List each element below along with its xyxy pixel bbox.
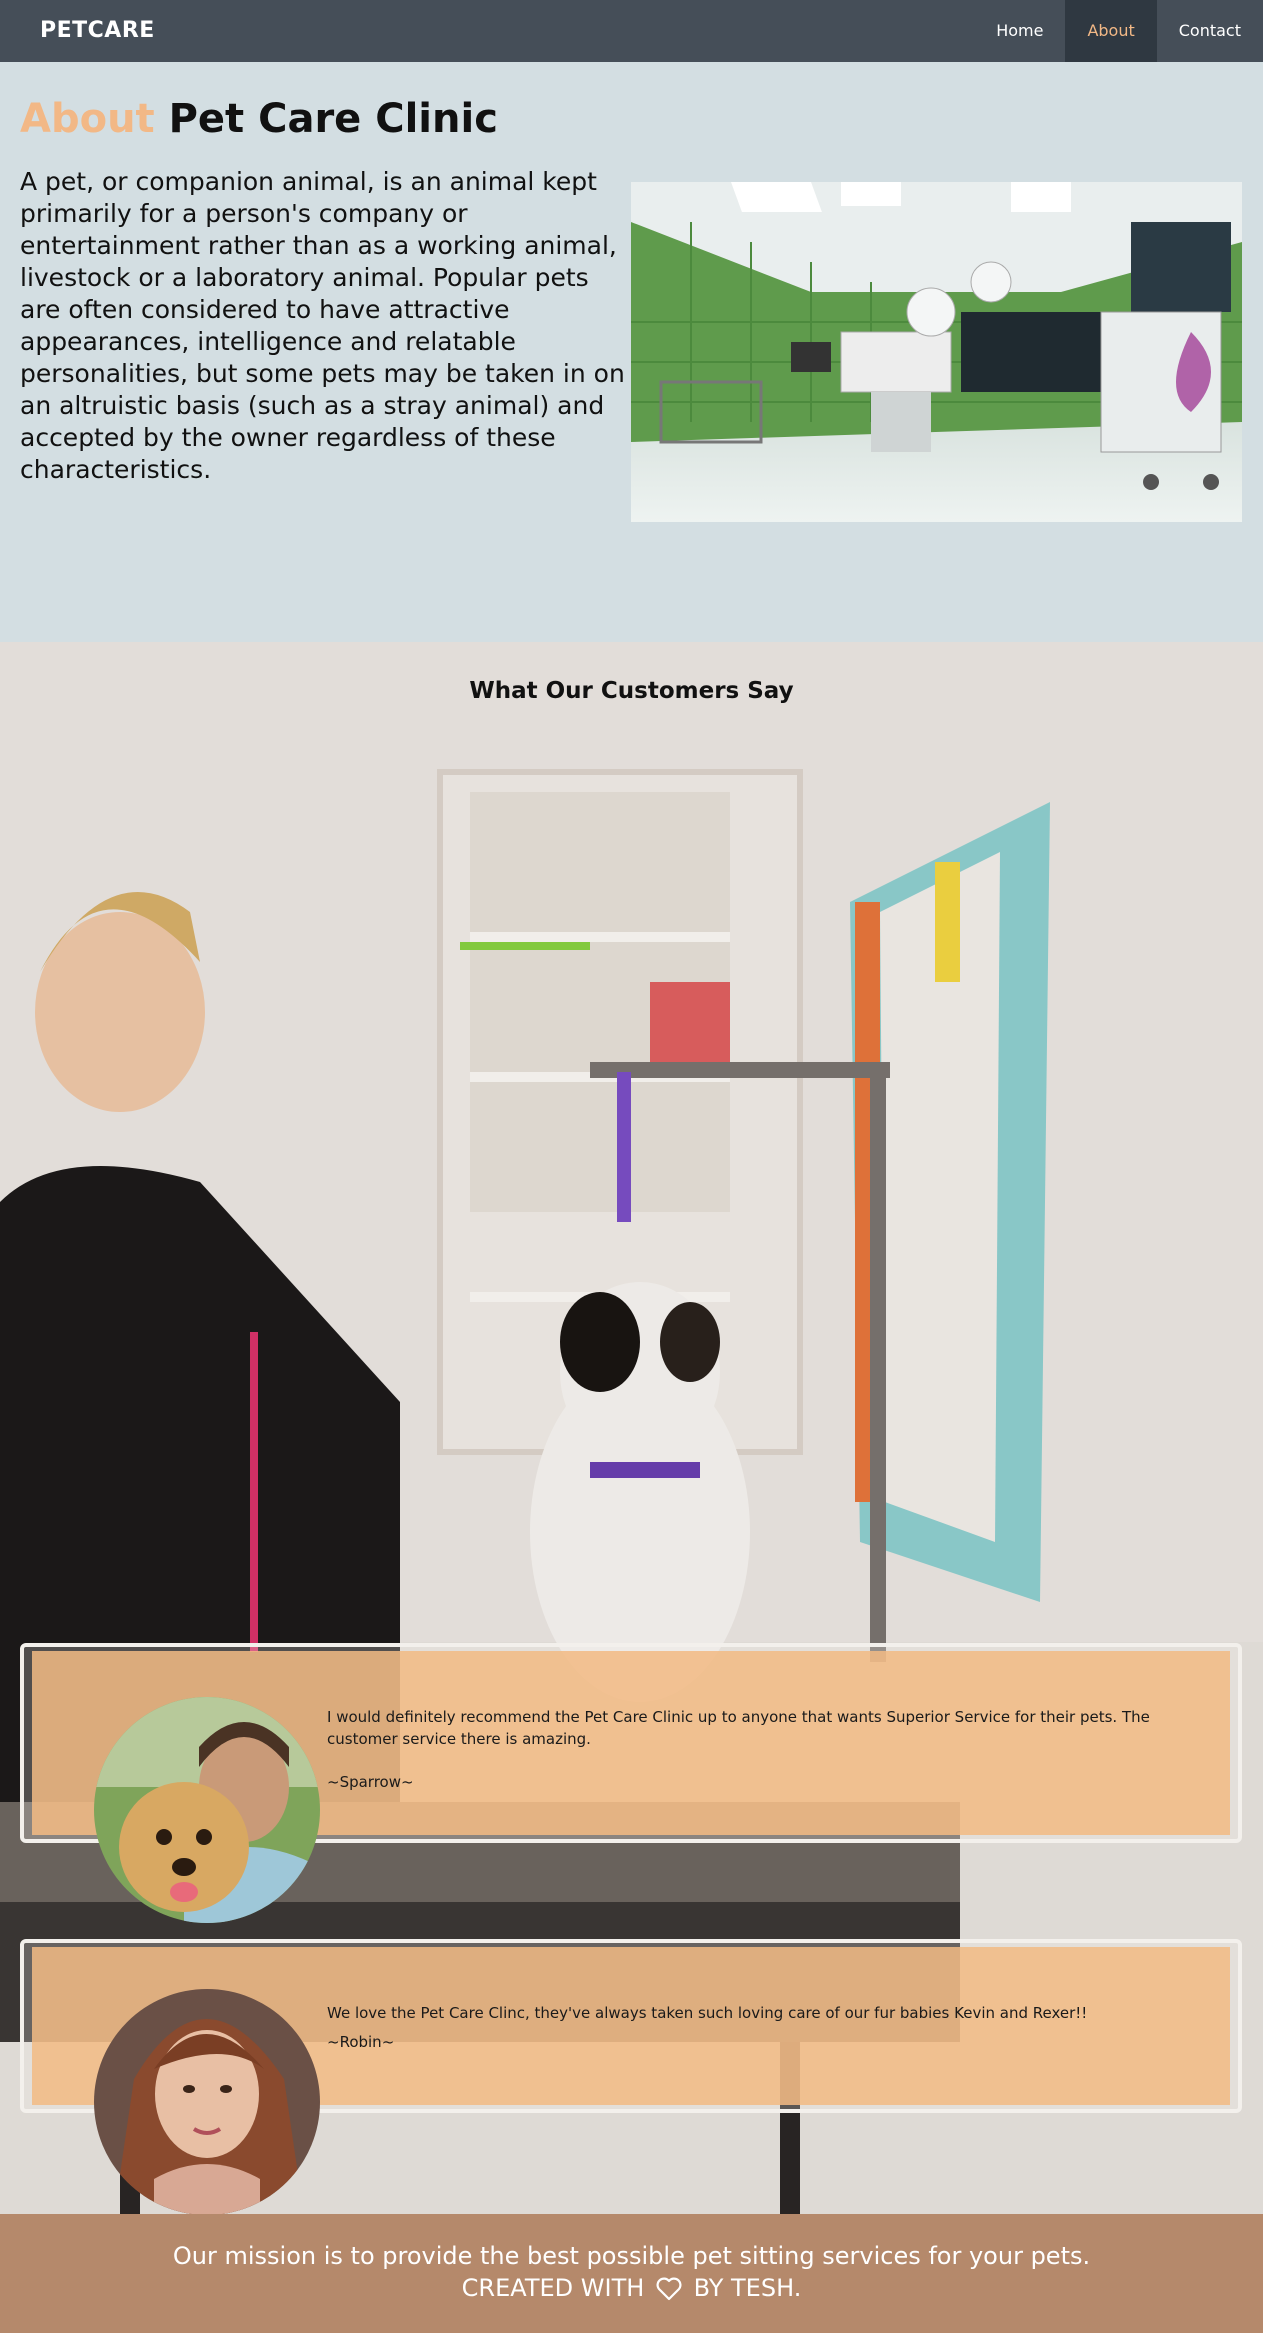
testimonial-text: I would definitely recommend the Pet Car… [327, 1708, 1150, 1748]
credit-suffix: BY TESH. [693, 2274, 802, 2302]
credit-line: CREATED WITH BY TESH. [0, 2274, 1263, 2302]
testimonial-author: ~Sparrow~ [327, 1773, 414, 1791]
testimonials-heading: What Our Customers Say [469, 678, 794, 704]
nav-links: Home About Contact [974, 0, 1263, 62]
heart-icon [656, 2277, 682, 2301]
site-footer: Our mission is to provide the best possi… [0, 2214, 1263, 2333]
about-title: About Pet Care Clinic [20, 96, 498, 142]
clinic-operating-room-photo [631, 182, 1242, 522]
about-description: A pet, or companion animal, is an animal… [20, 167, 625, 484]
about-section: About Pet Care Clinic A pet, or companio… [0, 62, 1263, 642]
testimonial-author: ~Robin~ [327, 2033, 395, 2051]
mission-statement: Our mission is to provide the best possi… [172, 2242, 1091, 2270]
brand-logo[interactable]: PETCARE [40, 0, 155, 62]
about-title-rest: Pet Care Clinic [168, 96, 498, 142]
about-title-accent: About [20, 96, 155, 142]
top-navbar: PETCARE Home About Contact [0, 0, 1263, 62]
testimonial-card: We love the Pet Care Clinc, they've alwa… [20, 1939, 1242, 2214]
customer-avatar-robin [94, 1989, 320, 2214]
testimonials-section: What Our Customers Say I would definitel… [0, 642, 1263, 2214]
nav-link-home[interactable]: Home [974, 0, 1065, 62]
nav-link-about[interactable]: About [1065, 0, 1157, 62]
credit-prefix: CREATED WITH [461, 2274, 645, 2302]
testimonial-text: We love the Pet Care Clinc, they've alwa… [327, 2004, 1088, 2022]
nav-link-contact[interactable]: Contact [1157, 0, 1263, 62]
customer-avatar-sparrow [94, 1697, 320, 1923]
testimonial-card: I would definitely recommend the Pet Car… [20, 1643, 1242, 1923]
